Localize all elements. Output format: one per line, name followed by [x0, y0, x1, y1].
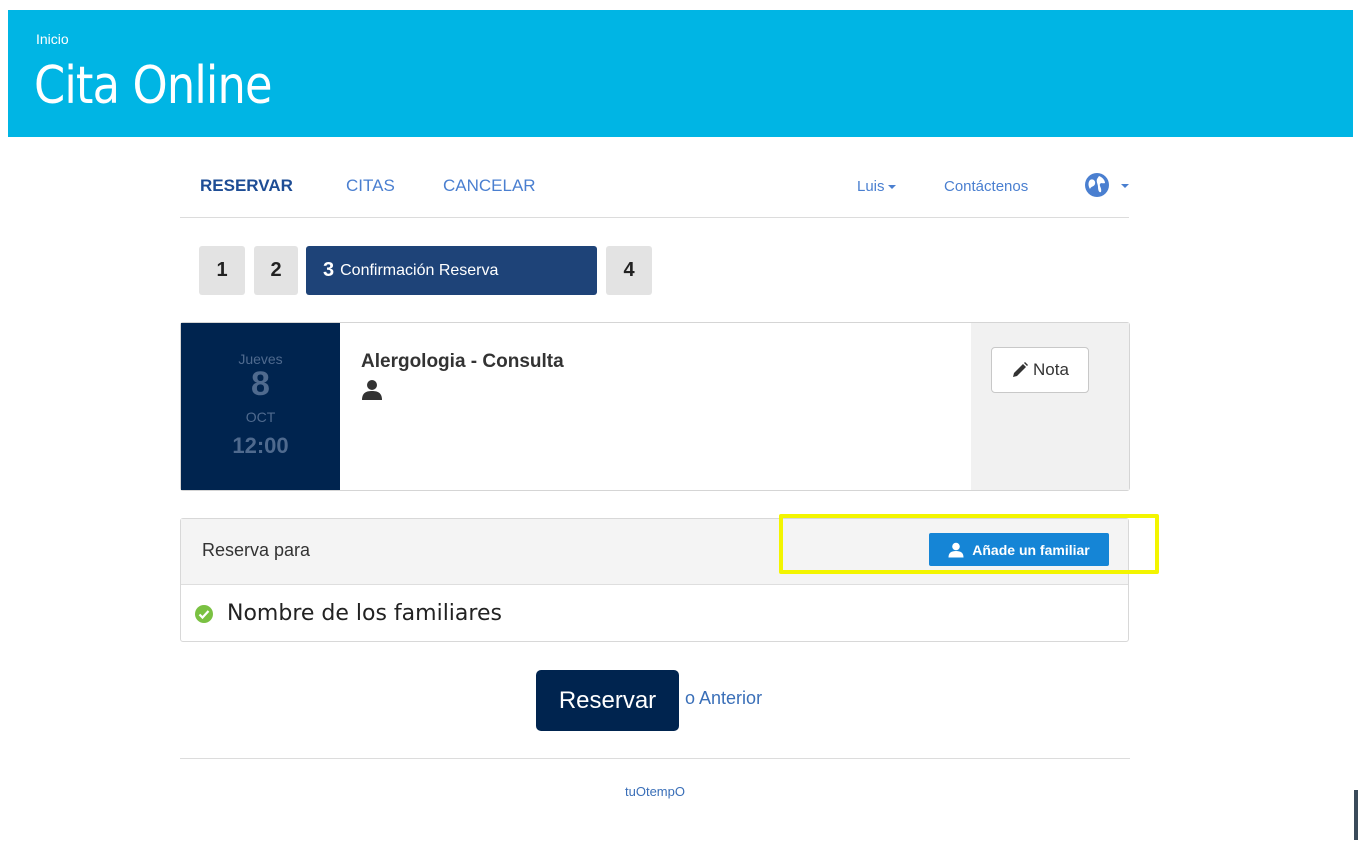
- step-number: 1: [216, 259, 228, 281]
- step-3-active[interactable]: 3 Confirmación Reserva: [306, 246, 597, 295]
- page: Inicio Cita Online RESERVAR CITAS CANCEL…: [0, 0, 1360, 853]
- service-name: Alergologia - Consulta: [361, 351, 564, 372]
- time: 12:00: [232, 433, 289, 458]
- date-box: Jueves 8 OCT 12:00: [181, 323, 340, 490]
- pencil-icon: [1013, 362, 1029, 377]
- previous-link[interactable]: Anterior: [699, 688, 762, 708]
- nav-cancelar[interactable]: CANCELAR: [443, 176, 536, 196]
- add-family-button[interactable]: Añade un familiar: [929, 533, 1109, 566]
- step-number: 3: [323, 259, 335, 281]
- family-row: Nombre de los familiares: [195, 601, 502, 626]
- card-actions: Nota: [971, 323, 1129, 490]
- day-number: 8: [251, 365, 270, 403]
- breadcrumb-home[interactable]: Inicio: [36, 31, 69, 47]
- user-name: Luis: [857, 178, 885, 195]
- person-icon: [362, 380, 382, 400]
- panel-header-label: Reserva para: [202, 540, 311, 560]
- header-banner: Inicio Cita Online: [8, 10, 1353, 137]
- chevron-down-icon: [887, 185, 896, 190]
- nav-reservar[interactable]: RESERVAR: [200, 176, 293, 196]
- step-label: Confirmación Reserva: [340, 261, 499, 279]
- appointment-card: Jueves 8 OCT 12:00 Alergologia - Consult…: [180, 322, 1130, 491]
- family-names: Nombre de los familiares: [227, 601, 502, 626]
- note-label: Nota: [1033, 360, 1069, 379]
- previous-row: o Anterior: [685, 688, 762, 709]
- footer-brand[interactable]: tuOtempO: [0, 784, 1310, 799]
- step-number: 2: [270, 259, 282, 281]
- user-icon: [948, 542, 964, 557]
- reserve-button[interactable]: Reservar: [536, 670, 679, 731]
- page-title: Cita Online: [34, 56, 272, 116]
- step-1[interactable]: 1: [199, 246, 245, 295]
- note-button[interactable]: Nota: [991, 347, 1089, 393]
- or-text: o: [685, 688, 696, 708]
- step-4[interactable]: 4: [606, 246, 652, 295]
- step-number: 4: [623, 259, 635, 281]
- add-family-label: Añade un familiar: [972, 541, 1090, 558]
- nav-contact[interactable]: Contáctenos: [944, 178, 1028, 195]
- check-circle-icon: [195, 604, 213, 623]
- month: OCT: [245, 409, 276, 425]
- step-2[interactable]: 2: [254, 246, 298, 295]
- window-edge: [1354, 790, 1358, 840]
- nav-citas[interactable]: CITAS: [346, 176, 395, 196]
- globe-icon[interactable]: [1084, 172, 1110, 198]
- language-chevron-icon[interactable]: [1121, 184, 1129, 188]
- top-nav: RESERVAR CITAS CANCELAR Luis Contáctenos: [180, 150, 1129, 218]
- user-menu[interactable]: Luis: [857, 178, 896, 195]
- footer-divider: [180, 758, 1130, 759]
